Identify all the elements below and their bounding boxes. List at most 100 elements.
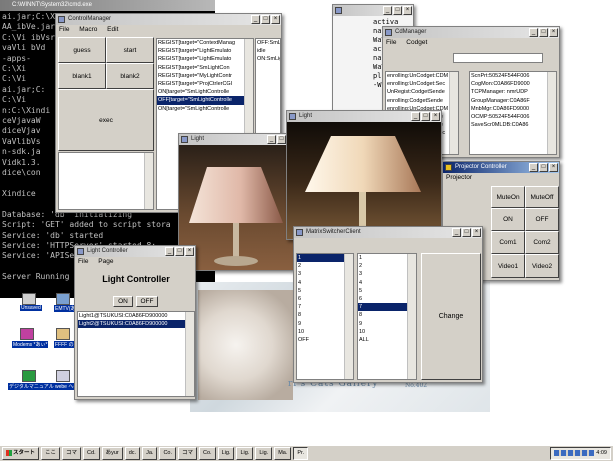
start-button[interactable]: スタート — [2, 447, 40, 460]
scrollbar[interactable] — [185, 312, 194, 396]
light-view-title-bar[interactable]: Light _□× — [179, 134, 297, 145]
list-item[interactable]: enrolling:CodgetSende — [386, 97, 458, 105]
scrollbar[interactable] — [547, 72, 556, 154]
mute-off-button[interactable]: MuteOff — [525, 186, 559, 208]
taskbar-button[interactable]: Cd. — [83, 447, 100, 460]
list-item[interactable]: OCMP:50524F544F006 — [470, 113, 556, 121]
background-window-title-bar[interactable]: _ □ × — [333, 5, 413, 16]
list-item[interactable]: CogMon:C0A86FD9000 — [470, 80, 556, 88]
close-icon[interactable]: × — [472, 228, 481, 237]
video1-button[interactable]: Video1 — [491, 254, 525, 278]
taskbar-button[interactable]: dc. — [124, 447, 141, 460]
close-icon[interactable]: × — [403, 6, 412, 15]
list-item[interactable]: Light1@TSUKUSI:C0A86FD900000 — [78, 312, 194, 320]
modems-icon[interactable] — [20, 328, 34, 340]
taskbar-button[interactable]: Lig. — [217, 447, 235, 460]
projector-title-bar[interactable]: Projector Controller _ □ × — [443, 162, 559, 173]
scrollbar[interactable] — [344, 254, 353, 379]
list-item[interactable]: REGIST[target="ContextManag — [157, 39, 253, 47]
control-manager-title-bar[interactable]: ControlManager _ □ × — [56, 14, 281, 25]
maximize-icon[interactable]: □ — [393, 6, 402, 15]
close-icon[interactable]: × — [549, 28, 558, 37]
ffff-icon[interactable] — [56, 328, 70, 340]
menu-file[interactable]: File — [386, 39, 396, 46]
scrollbar[interactable] — [144, 153, 153, 209]
start-button[interactable]: start — [106, 37, 154, 63]
light-device-list[interactable]: Light1@TSUKUSI:C0A86FD900000 Light2@TSUKU… — [77, 311, 195, 397]
menu-edit[interactable]: Edit — [107, 26, 118, 33]
projector-on-button[interactable]: ON — [491, 208, 525, 231]
list-item[interactable]: UnRegist:CodgetSende — [386, 88, 458, 96]
list-item[interactable]: TCPManager: nmrUDP — [470, 88, 556, 96]
webe-icon[interactable] — [56, 370, 70, 382]
menu-codget[interactable]: Codget — [406, 39, 427, 46]
scrollbar[interactable] — [407, 254, 416, 379]
codget-input[interactable] — [453, 53, 543, 63]
maximize-icon[interactable]: □ — [539, 28, 548, 37]
list-item[interactable]: REGIST[target="ProjCtrlerCGI — [157, 80, 253, 88]
list-item[interactable]: enrolling:UnCodget:CDM — [386, 72, 458, 80]
taskbar-button[interactable]: あyur — [101, 447, 123, 460]
taskbar-button[interactable]: Ma. — [274, 447, 292, 460]
list-item[interactable]: ON:SmLightController — [256, 55, 280, 63]
unsaved-icon[interactable] — [22, 293, 36, 305]
light-off-button[interactable]: OFF — [136, 296, 158, 307]
menu-page[interactable]: Page — [98, 258, 113, 265]
menu-file[interactable]: File — [78, 258, 88, 265]
list-item[interactable]: ScnPrt:50524F544F006 — [470, 72, 556, 80]
taskbar-button[interactable]: Co. — [199, 447, 216, 460]
input-channel-list[interactable]: 1 2 3 4 5 6 7 8 9 10 OFF — [296, 253, 354, 380]
list-item[interactable]: OFF[target="SmLightControlle — [157, 96, 253, 105]
list-item[interactable]: REGIST[target="LightEmulato — [157, 47, 253, 55]
minimize-icon[interactable]: _ — [251, 15, 260, 24]
matrix-switcher-title-bar[interactable]: MatrixSwitcherClient _ □ × — [294, 227, 482, 238]
minimize-icon[interactable]: _ — [165, 247, 174, 256]
close-icon[interactable]: × — [431, 112, 440, 121]
cd-manager-title-bar[interactable]: CdManager _ □ × — [383, 27, 559, 38]
maximize-icon[interactable]: □ — [539, 163, 548, 172]
maximize-icon[interactable]: □ — [462, 228, 471, 237]
list-item[interactable]: MnbMgr:C0A86FD9000 — [470, 105, 556, 113]
menu-macro[interactable]: Macro — [79, 26, 97, 33]
close-icon[interactable]: × — [271, 15, 280, 24]
output-channel-list[interactable]: 1 2 3 4 5 6 7 8 9 10 ALL — [357, 253, 417, 380]
taskbar-button[interactable]: Co. — [159, 447, 176, 460]
projector-off-button[interactable]: OFF — [525, 208, 559, 231]
change-button[interactable]: Change — [421, 253, 481, 380]
list-item[interactable]: ON[target="SmLightControlle — [157, 88, 253, 96]
system-tray[interactable]: 4:09 — [550, 447, 611, 460]
list-item[interactable]: REGIST[target="SmLightCon — [157, 64, 253, 72]
blank2-button[interactable]: blank2 — [106, 63, 154, 89]
guess-button[interactable]: guess — [58, 37, 106, 63]
terminal-title-bar[interactable]: C:\WINNT\System32\cmd.exe — [0, 0, 215, 11]
digital-manual-icon[interactable] — [22, 370, 36, 382]
minimize-icon[interactable]: _ — [383, 6, 392, 15]
maximize-icon[interactable]: □ — [175, 247, 184, 256]
list-item[interactable]: enrolling:UnCodget:Sec — [386, 80, 458, 88]
list-item[interactable]: idle — [256, 47, 280, 55]
maximize-icon[interactable]: □ — [421, 112, 430, 121]
close-icon[interactable]: × — [549, 163, 558, 172]
video2-button[interactable]: Video2 — [525, 254, 559, 278]
list-item[interactable]: Light2@TSUKUSI:C0A86FD900000 — [78, 320, 194, 329]
list-item[interactable]: OFF:SmLightController — [256, 39, 280, 47]
light-view-title-bar[interactable]: Light _□× — [287, 111, 441, 122]
matrix-switcher-window[interactable]: MatrixSwitcherClient _ □ × 1 2 3 4 5 6 7 8 9 10 OFF … — [293, 226, 483, 383]
scrollbar[interactable] — [449, 72, 458, 154]
taskbar-button[interactable]: Pr. — [293, 447, 309, 460]
exec-button[interactable]: exec — [58, 89, 154, 151]
list-item[interactable]: REGIST[target="LightEmulato — [157, 55, 253, 63]
taskbar-button[interactable]: コマ — [178, 447, 198, 460]
com2-button[interactable]: Com2 — [525, 231, 559, 254]
blank1-button[interactable]: blank1 — [58, 63, 106, 89]
maximize-icon[interactable]: □ — [261, 15, 270, 24]
taskbar-button[interactable]: ここ — [41, 447, 61, 460]
maximize-icon[interactable]: □ — [277, 135, 286, 144]
light-controller-window[interactable]: Light Controller _ □ × File Page Light Con… — [74, 245, 196, 400]
list-item[interactable]: SaveScr0MLDB:C0A86 — [470, 121, 556, 129]
minimize-icon[interactable]: _ — [452, 228, 461, 237]
control-manager-log[interactable] — [58, 152, 154, 210]
minimize-icon[interactable]: _ — [267, 135, 276, 144]
light-view-window-2[interactable]: Light _ □ × — [286, 110, 442, 240]
minimize-icon[interactable]: _ — [529, 163, 538, 172]
